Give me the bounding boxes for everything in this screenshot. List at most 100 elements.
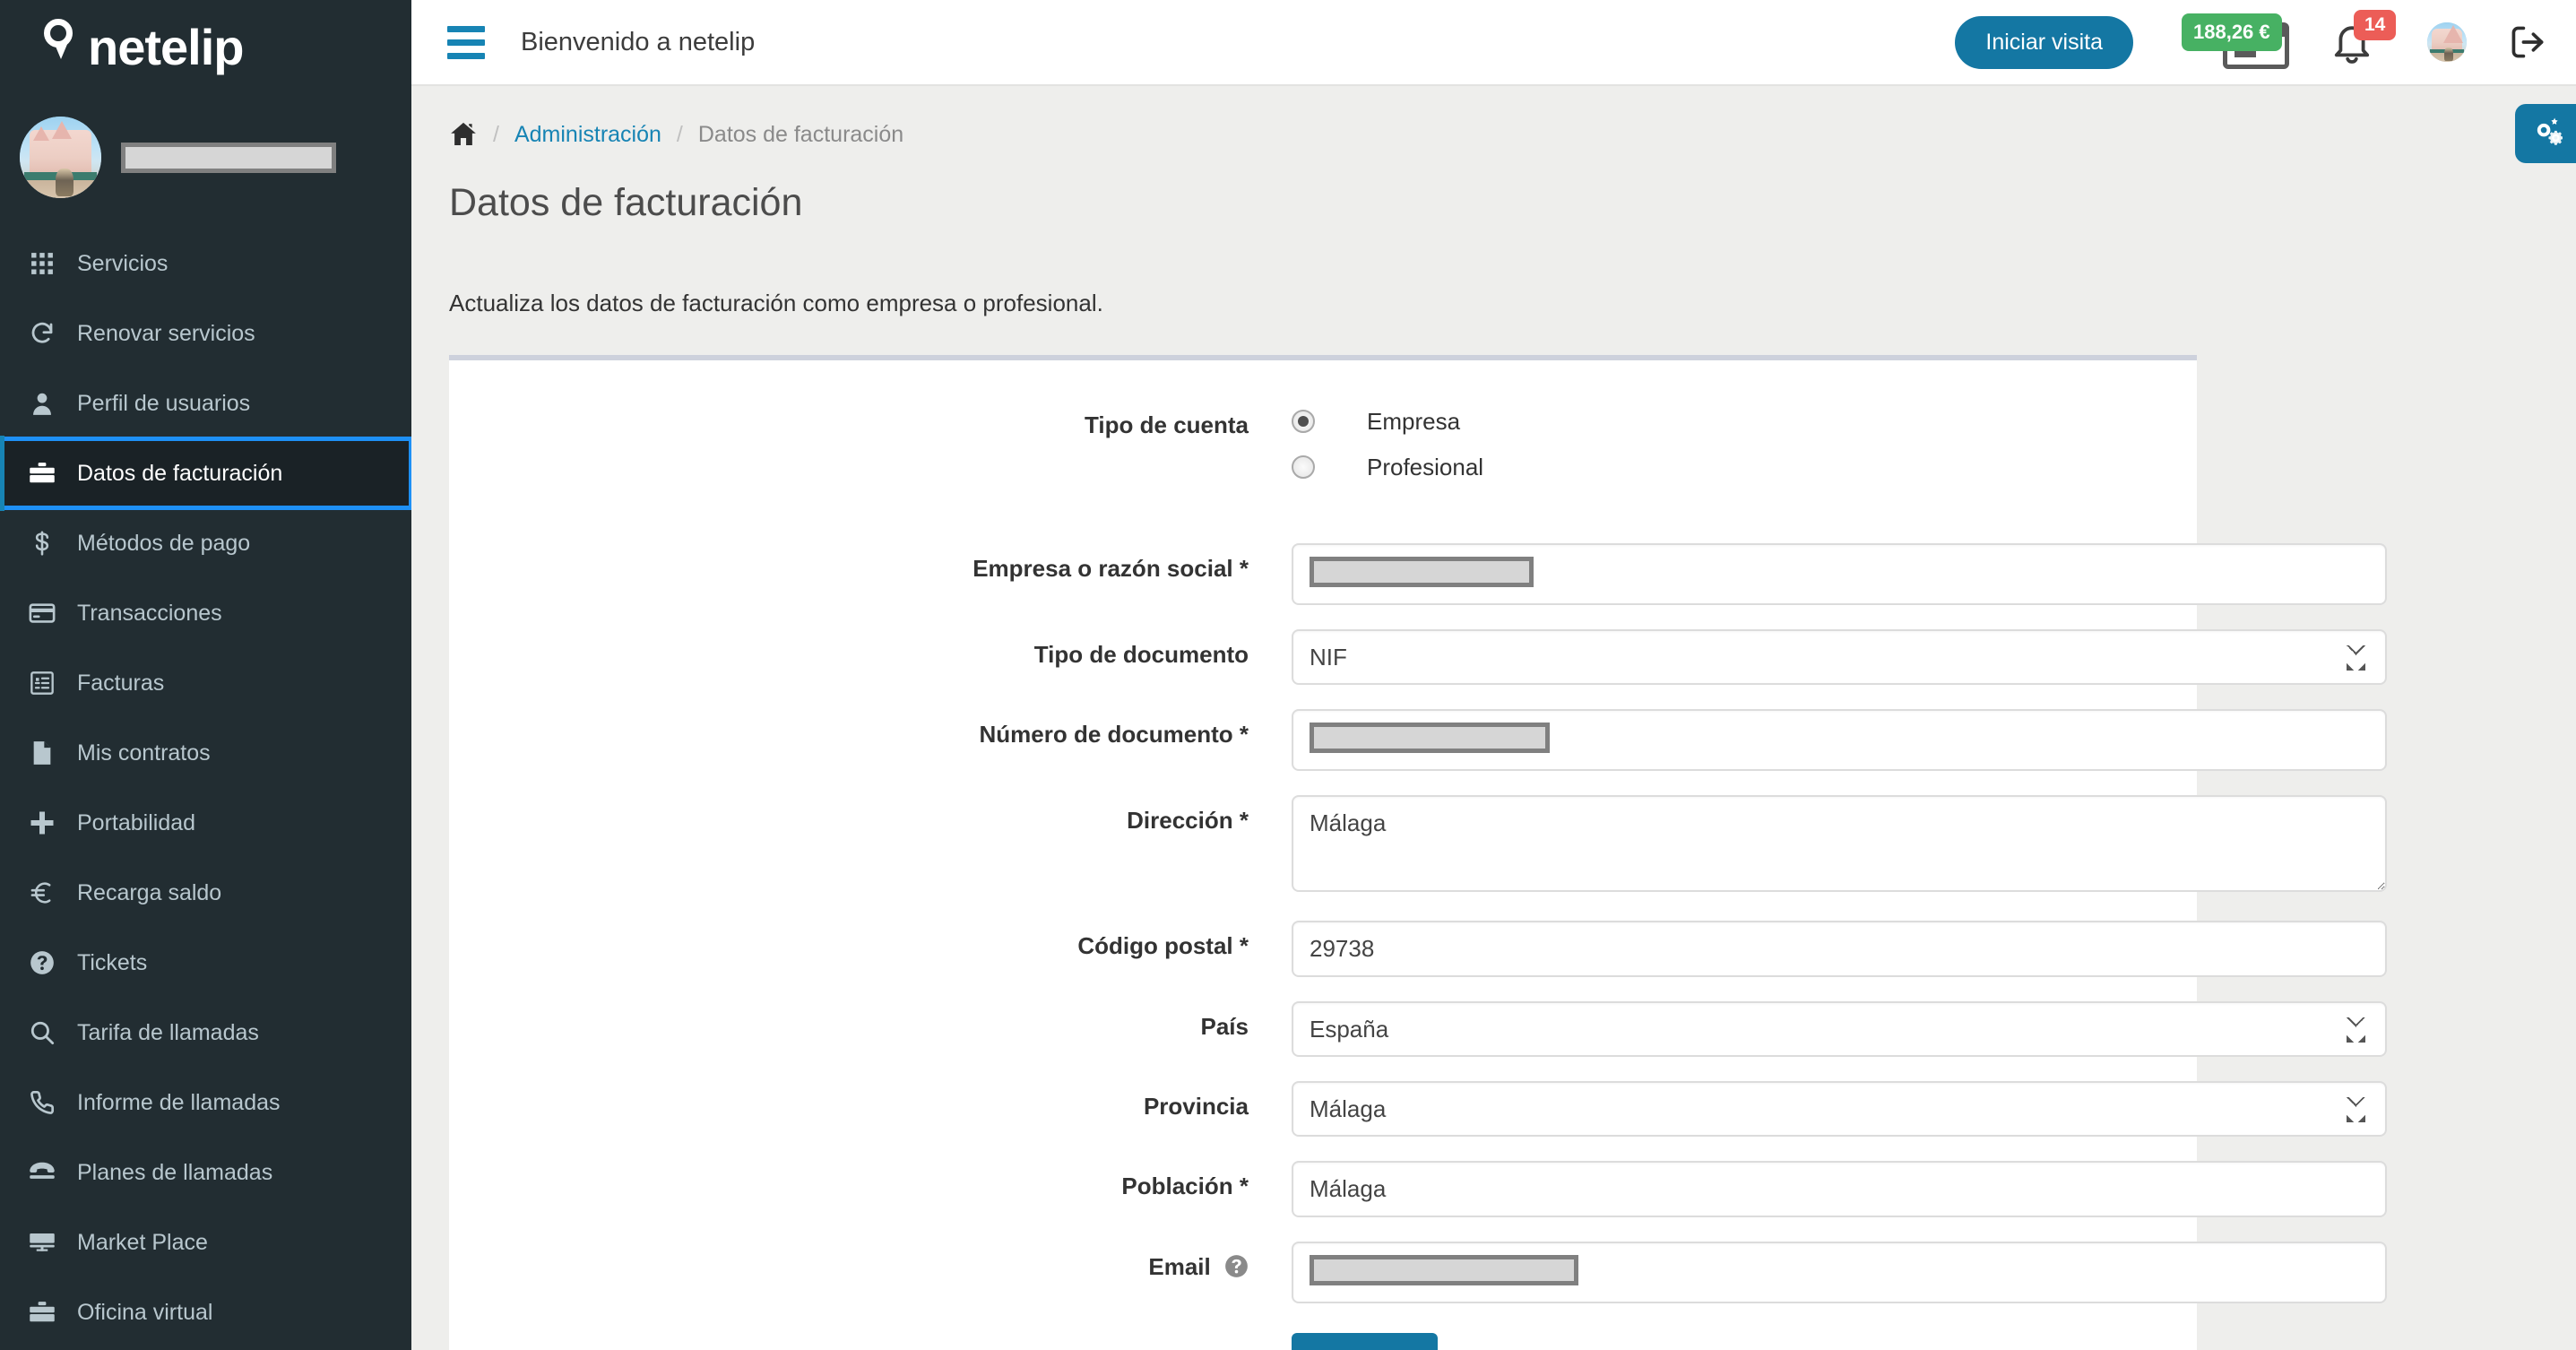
phone-icon <box>27 1090 57 1115</box>
address-textarea[interactable]: Málaga <box>1292 795 2387 892</box>
account-type-options: Empresa Profesional <box>1292 400 2197 489</box>
hamburger-menu-icon[interactable] <box>447 25 485 59</box>
document-number-input[interactable] <box>1292 709 2387 771</box>
start-visit-button[interactable]: Iniciar visita <box>1955 15 2133 69</box>
breadcrumb-separator: / <box>493 121 499 147</box>
sidebar-item-label: Portabilidad <box>77 809 196 835</box>
balance-widget[interactable]: 188,26 € <box>2182 13 2289 71</box>
plus-icon <box>27 809 57 836</box>
city-input[interactable] <box>1292 1161 2387 1217</box>
page-content: / Administración / Datos de facturación … <box>411 86 2576 1350</box>
sidebar-user-panel[interactable] <box>0 86 411 225</box>
sidebar-item-label: Recarga saldo <box>77 879 222 905</box>
label-numero-de-documento: Número de documento * <box>979 721 1249 748</box>
store-icon <box>27 1231 57 1254</box>
sidebar-item-informe-de-llamadas[interactable]: Informe de llamadas <box>0 1068 411 1138</box>
brand-name: netelip <box>88 19 244 75</box>
sidebar-item-oficina-virtual[interactable]: Oficina virtual <box>0 1277 411 1347</box>
sidebar-item-portabilidad[interactable]: Portabilidad <box>0 788 411 858</box>
sidebar-item-label: Informe de llamadas <box>77 1089 281 1115</box>
dollar-icon <box>27 531 57 556</box>
radio-option-empresa[interactable]: Empresa <box>1292 400 2157 443</box>
sidebar-username-redacted <box>121 142 336 173</box>
location-pin-icon <box>41 17 82 69</box>
sidebar-item-market-place[interactable]: Market Place <box>0 1207 411 1277</box>
sidebar-item-metodos-de-pago[interactable]: Métodos de pago <box>0 508 411 578</box>
user-icon <box>27 391 57 416</box>
form-row-country: País España <box>449 1001 2387 1057</box>
form-row-company: Empresa o razón social * <box>449 543 2387 605</box>
company-name-input[interactable] <box>1292 543 2387 605</box>
avatar[interactable] <box>20 117 101 198</box>
notification-count-badge: 14 <box>2354 10 2397 40</box>
label-email: Email <box>449 1242 1292 1285</box>
required-marker: * <box>1239 721 1249 748</box>
invoice-list-icon <box>27 671 57 696</box>
sidebar-item-datos-de-facturacion[interactable]: Datos de facturación <box>0 436 411 511</box>
province-select[interactable]: Málaga <box>1292 1081 2387 1137</box>
sidebar-item-label: Facturas <box>77 670 165 696</box>
gears-icon <box>2528 115 2563 153</box>
sidebar-item-label: Datos de facturación <box>77 460 283 486</box>
country-select[interactable]: España <box>1292 1001 2387 1057</box>
label-direccion: Dirección * <box>1127 807 1249 834</box>
label-tipo-de-cuenta: Tipo de cuenta <box>1085 411 1249 438</box>
radio-option-profesional[interactable]: Profesional <box>1292 446 2157 489</box>
avatar[interactable] <box>2427 22 2467 62</box>
page-title: Datos de facturación <box>449 181 803 224</box>
home-icon[interactable] <box>449 120 478 149</box>
file-icon <box>27 740 57 766</box>
sidebar-item-label: Mis contratos <box>77 740 211 766</box>
breadcrumb-link-administracion[interactable]: Administración <box>514 122 661 148</box>
required-marker: * <box>1239 932 1249 959</box>
radio-empresa[interactable] <box>1292 410 1315 433</box>
label-pais: País <box>1200 1013 1249 1040</box>
required-marker: * <box>1239 555 1249 582</box>
document-type-select[interactable]: NIF <box>1292 629 2387 685</box>
balance-amount: 188,26 € <box>2182 13 2282 51</box>
notifications-button[interactable]: 14 <box>2330 10 2397 71</box>
main-area: Bienvenido a netelip Iniciar visita 188,… <box>411 0 2576 1350</box>
sidebar-item-servicios[interactable]: Servicios <box>0 229 411 299</box>
sidebar-item-transacciones[interactable]: Transacciones <box>0 578 411 648</box>
question-circle-icon[interactable] <box>1224 1254 1249 1285</box>
logout-icon[interactable] <box>2508 22 2547 62</box>
sidebar-item-label: Renovar servicios <box>77 320 255 346</box>
email-redacted <box>1310 1255 1578 1285</box>
breadcrumb-current: Datos de facturación <box>697 121 904 147</box>
form-row-postal-code: Código postal * <box>449 921 2387 977</box>
radio-empresa-label: Empresa <box>1367 407 1461 435</box>
sidebar-item-renovar-servicios[interactable]: Renovar servicios <box>0 299 411 368</box>
briefcase-icon <box>27 1299 57 1326</box>
sidebar-item-recarga-saldo[interactable]: Recarga saldo <box>0 858 411 928</box>
desk-phone-icon <box>27 1160 57 1185</box>
topbar-title: Bienvenido a netelip <box>521 27 756 56</box>
sidebar-item-tarifa-de-llamadas[interactable]: Tarifa de llamadas <box>0 998 411 1068</box>
breadcrumb: / Administración / Datos de facturación <box>411 86 2576 149</box>
radio-profesional[interactable] <box>1292 455 1315 479</box>
sidebar-item-facturas[interactable]: Facturas <box>0 648 411 718</box>
sidebar-item-label: Planes de llamadas <box>77 1159 273 1185</box>
email-input[interactable] <box>1292 1242 2387 1303</box>
sidebar-item-label: Transacciones <box>77 600 222 626</box>
sidebar-item-planes-de-llamadas[interactable]: Planes de llamadas <box>0 1138 411 1207</box>
sidebar-item-label: Oficina virtual <box>77 1299 213 1325</box>
sidebar-item-mis-contratos[interactable]: Mis contratos <box>0 718 411 788</box>
credit-card-icon <box>27 600 57 627</box>
label-poblacion: Población * <box>1121 1173 1249 1199</box>
company-name-redacted <box>1310 557 1534 587</box>
settings-tab-button[interactable] <box>2515 104 2576 163</box>
topbar: Bienvenido a netelip Iniciar visita 188,… <box>411 0 2576 86</box>
sidebar-item-tickets[interactable]: Tickets <box>0 928 411 998</box>
postal-code-input[interactable] <box>1292 921 2387 977</box>
sidebar-item-perfil-de-usuarios[interactable]: Perfil de usuarios <box>0 368 411 438</box>
label-tipo-de-documento: Tipo de documento <box>1033 641 1249 668</box>
brand-logo[interactable]: netelip <box>0 0 411 86</box>
sidebar-item-label: Perfil de usuarios <box>77 390 251 416</box>
sidebar-item-label: Servicios <box>77 250 169 276</box>
form-row-city: Población * <box>449 1161 2387 1217</box>
form-row-address: Dirección * Málaga <box>449 795 2387 896</box>
form-row-province: Provincia Málaga <box>449 1081 2387 1137</box>
save-button[interactable]: Guardar <box>1292 1333 1439 1350</box>
